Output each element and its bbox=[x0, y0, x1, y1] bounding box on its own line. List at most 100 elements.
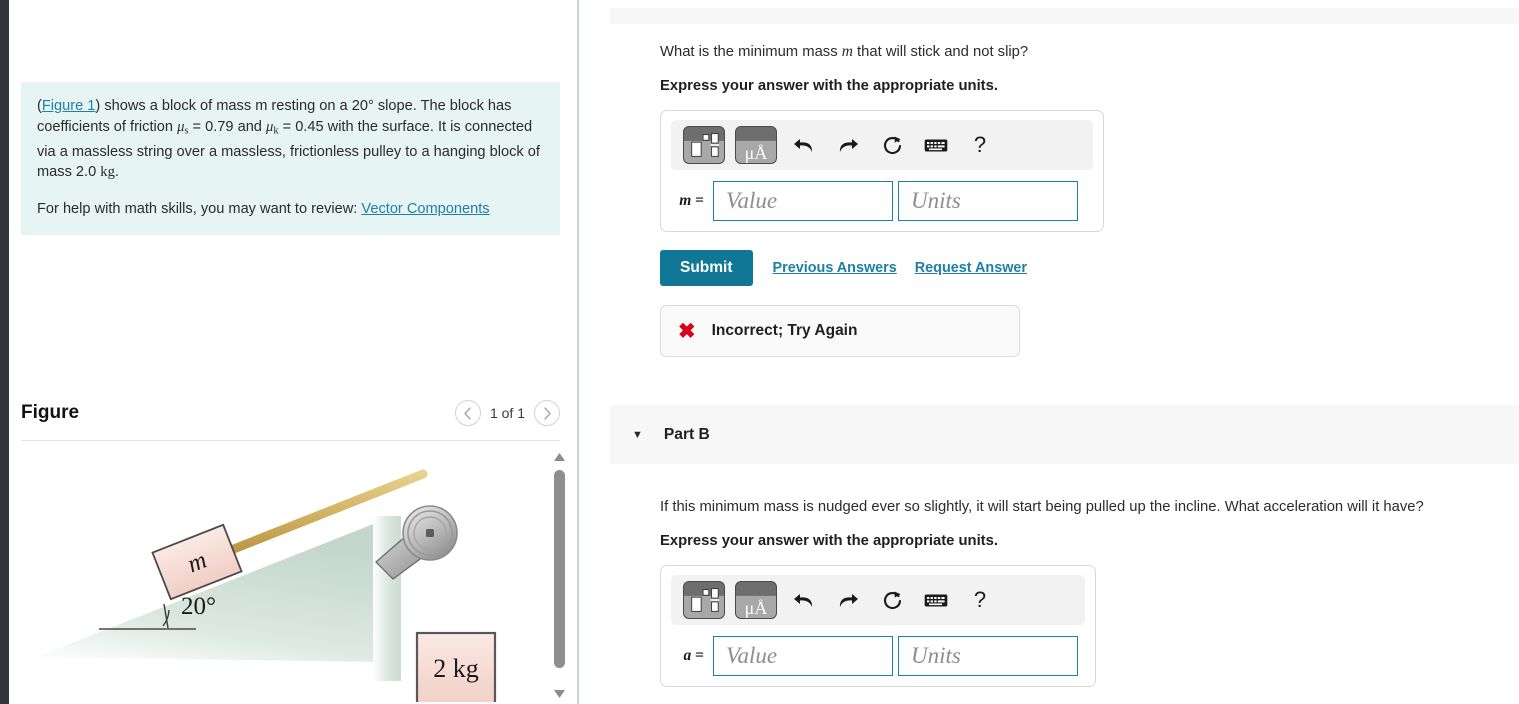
figure-prev-button[interactable] bbox=[454, 400, 481, 426]
problem-statement-paragraph: (Figure 1) shows a block of mass m resti… bbox=[37, 96, 544, 183]
help-paragraph: For help with math skills, you may want … bbox=[37, 199, 544, 220]
help-label: ? bbox=[973, 587, 987, 612]
answer-variable: a bbox=[683, 647, 692, 664]
figure-1-link[interactable]: Figure 1 bbox=[42, 98, 96, 114]
answer-variable: m bbox=[679, 192, 692, 209]
figure-title: Figure bbox=[21, 402, 80, 423]
part-b-title: Part B bbox=[663, 425, 710, 443]
figure-next-button[interactable] bbox=[534, 400, 560, 426]
request-answer-link[interactable]: Request Answer bbox=[915, 260, 1027, 276]
figure-navigation: 1 of 1 bbox=[454, 400, 560, 426]
reset-icon bbox=[883, 136, 901, 154]
units-button-label: μÅ bbox=[744, 598, 768, 618]
part-a-value-input[interactable]: Value bbox=[713, 181, 893, 221]
part-b-inputs: a = Value Units bbox=[671, 636, 1085, 676]
part-b-header[interactable]: ▼ Part B bbox=[610, 405, 1519, 464]
part-b-body: If this minimum mass is nudged ever so s… bbox=[610, 464, 1519, 687]
undo-button[interactable] bbox=[787, 128, 821, 162]
math-template-button[interactable] bbox=[683, 581, 725, 619]
problem-sentence-part1: ) shows a block of mass m resting on a 2… bbox=[95, 98, 368, 114]
help-text: For help with math skills, you may want … bbox=[37, 200, 362, 217]
pulley-wheel bbox=[402, 505, 458, 561]
part-a-question: What is the minimum mass m that will sti… bbox=[660, 42, 1519, 62]
question-variable-m: m bbox=[841, 43, 853, 60]
kg-unit: kg bbox=[100, 164, 115, 181]
page-root: (Figure 1) shows a block of mass m resti… bbox=[0, 0, 1519, 704]
question-text-pre: What is the minimum mass bbox=[660, 44, 842, 60]
part-a-actions: Submit Previous Answers Request Answer bbox=[660, 250, 1519, 286]
answer-links: Previous Answers Request Answer bbox=[773, 260, 1027, 276]
question-text-post: that will stick and not slip? bbox=[852, 44, 1029, 60]
mu-s-value: = 0.79 and bbox=[188, 118, 266, 135]
x-mark-icon: ✖ bbox=[678, 319, 696, 343]
keyboard-icon bbox=[924, 139, 948, 151]
math-template-icon bbox=[691, 133, 720, 157]
units-button[interactable]: μÅ bbox=[735, 581, 777, 619]
redo-button[interactable] bbox=[831, 128, 865, 162]
redo-button[interactable] bbox=[831, 583, 865, 617]
reset-button[interactable] bbox=[875, 583, 909, 617]
answer-equals: = bbox=[695, 192, 704, 209]
part-a-feedback: ✖ Incorrect; Try Again bbox=[660, 305, 1020, 357]
feedback-message: Incorrect; Try Again bbox=[711, 322, 858, 339]
submit-button[interactable]: Submit bbox=[660, 250, 753, 286]
part-a-inputs: m = Value Units bbox=[671, 181, 1093, 221]
part-a-instruction: Express your answer with the appropriate… bbox=[660, 78, 998, 94]
problem-statement-box: (Figure 1) shows a block of mass m resti… bbox=[21, 82, 560, 236]
part-b-question: If this minimum mass is nudged ever so s… bbox=[660, 499, 1424, 515]
part-b-instruction: Express your answer with the appropriate… bbox=[660, 533, 998, 549]
reset-icon bbox=[883, 591, 901, 609]
part-b-toolbar: μÅ ? bbox=[671, 575, 1085, 625]
units-button-label: μÅ bbox=[744, 143, 768, 163]
figure-header: Figure 1 of 1 bbox=[21, 400, 560, 433]
part-b-answer-box: μÅ ? a = Value Units bbox=[660, 565, 1096, 687]
keyboard-button[interactable] bbox=[919, 583, 953, 617]
left-panel: (Figure 1) shows a block of mass m resti… bbox=[9, 0, 577, 704]
units-button[interactable]: μÅ bbox=[735, 126, 777, 164]
figure-divider bbox=[21, 440, 560, 441]
undo-icon bbox=[794, 594, 813, 607]
left-navigation-rail bbox=[0, 0, 9, 704]
chevron-right-icon bbox=[543, 406, 551, 420]
part-a-body: What is the minimum mass m that will sti… bbox=[660, 42, 1519, 357]
period: . bbox=[114, 164, 119, 181]
part-b-section: ▼ Part B If this minimum mass is nudged … bbox=[610, 405, 1519, 687]
chevron-left-icon bbox=[464, 406, 472, 420]
figure-counter: 1 of 1 bbox=[489, 405, 525, 421]
help-label: ? bbox=[973, 132, 987, 157]
part-a-toolbar: μÅ ? bbox=[671, 120, 1093, 170]
undo-button[interactable] bbox=[787, 583, 821, 617]
keyboard-icon bbox=[924, 594, 948, 606]
figure-scrollbar[interactable] bbox=[549, 448, 570, 702]
hanging-block: 2 kg bbox=[415, 631, 497, 702]
keyboard-button[interactable] bbox=[919, 128, 953, 162]
math-template-button[interactable] bbox=[683, 126, 725, 164]
help-button[interactable]: ? bbox=[963, 583, 997, 617]
hanging-block-label: 2 kg bbox=[433, 654, 479, 683]
help-button[interactable]: ? bbox=[963, 128, 997, 162]
scrollbar-thumb[interactable] bbox=[554, 470, 565, 668]
vector-components-link[interactable]: Vector Components bbox=[361, 201, 489, 217]
part-a-units-input[interactable]: Units bbox=[898, 181, 1078, 221]
part-b-value-input[interactable]: Value bbox=[713, 636, 893, 676]
incline-pulley-diagram: m 20° 2 kg bbox=[37, 469, 497, 702]
triangle-down-icon: ▼ bbox=[632, 428, 643, 441]
reset-button[interactable] bbox=[875, 128, 909, 162]
previous-answers-link[interactable]: Previous Answers bbox=[773, 260, 897, 276]
redo-icon bbox=[839, 594, 858, 607]
figure-image[interactable]: m 20° 2 kg bbox=[21, 444, 548, 702]
angle-label: 20° bbox=[181, 593, 216, 620]
part-b-units-input[interactable]: Units bbox=[898, 636, 1078, 676]
undo-icon bbox=[794, 139, 813, 152]
scroll-up-button[interactable] bbox=[552, 450, 567, 463]
part-a-header-strip[interactable] bbox=[610, 8, 1519, 24]
right-panel: What is the minimum mass m that will sti… bbox=[579, 0, 1519, 704]
part-a-answer-box: μÅ ? m = Value Units bbox=[660, 110, 1104, 232]
math-template-icon bbox=[691, 588, 720, 612]
part-b-answer-label: a = bbox=[671, 647, 713, 665]
redo-icon bbox=[839, 139, 858, 152]
part-a-answer-label: m = bbox=[671, 192, 713, 210]
answer-equals: = bbox=[695, 647, 704, 664]
scroll-down-button[interactable] bbox=[552, 687, 567, 700]
support-wall bbox=[373, 516, 401, 681]
